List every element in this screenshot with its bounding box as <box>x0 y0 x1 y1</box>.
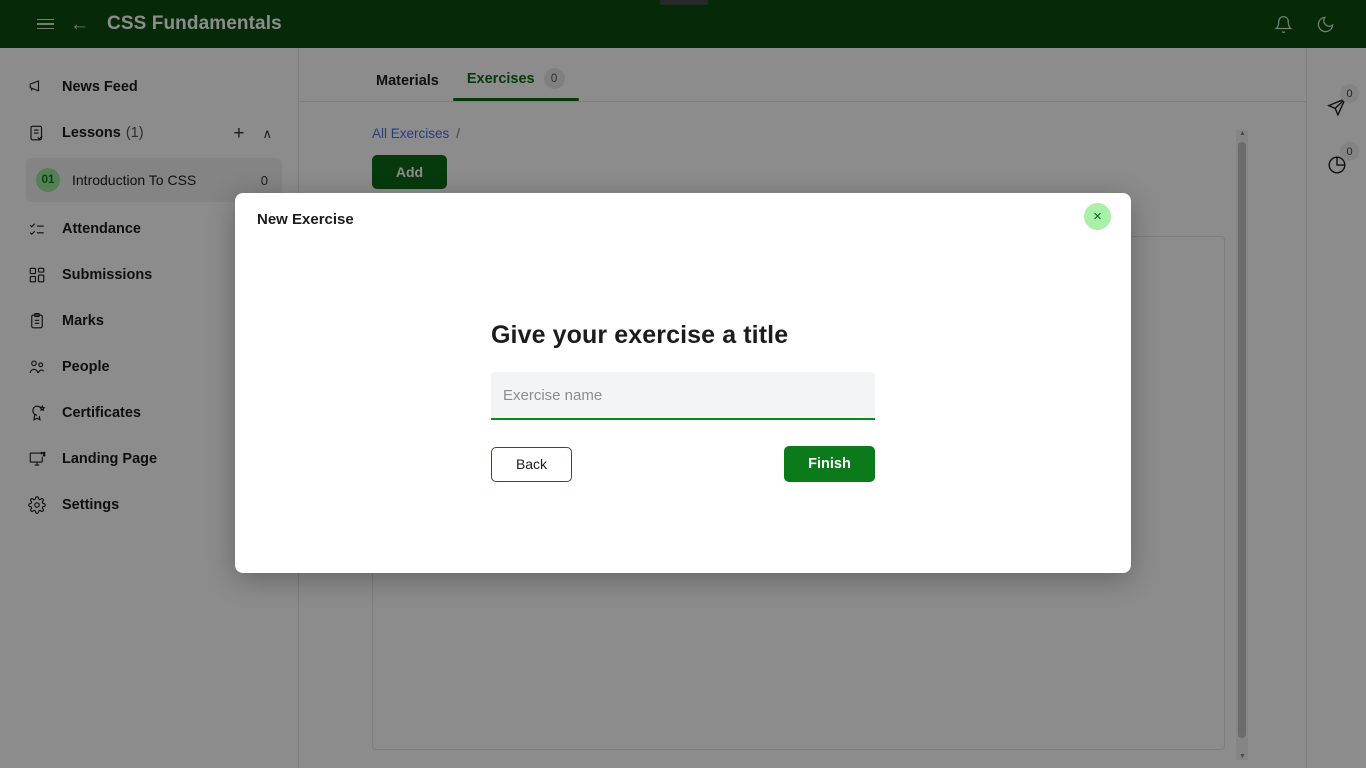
dialog-body: Give your exercise a title Back Finish <box>491 321 875 482</box>
back-button[interactable]: Back <box>491 446 572 482</box>
dialog-actions: Back Finish <box>491 446 875 482</box>
dialog-heading: Give your exercise a title <box>491 321 789 349</box>
new-exercise-dialog: New Exercise × Give your exercise a titl… <box>235 193 1131 573</box>
close-icon[interactable]: × <box>1084 203 1111 230</box>
dialog-title: New Exercise <box>257 211 354 228</box>
app-root: ← CSS Fundamentals News Feed Lessons (1)… <box>0 0 1366 768</box>
finish-button[interactable]: Finish <box>784 446 875 482</box>
exercise-name-input[interactable] <box>491 372 875 420</box>
